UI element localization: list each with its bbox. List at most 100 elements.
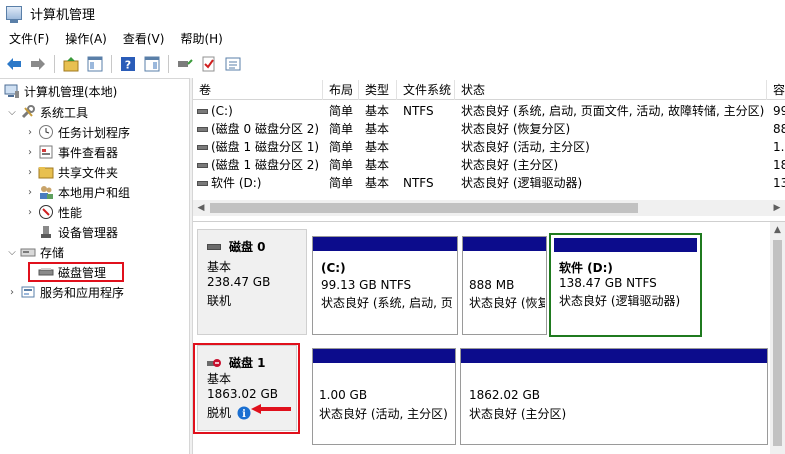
volume-icon	[197, 163, 208, 168]
tree-item-root[interactable]: 计算机管理(本地)	[2, 81, 117, 101]
folder-up-icon	[63, 57, 79, 72]
check-button[interactable]	[199, 54, 219, 74]
tree-item-local-users[interactable]: › 本地用户和组	[24, 182, 130, 202]
volume-list-horizontal-scrollbar[interactable]: ◀ ▶	[193, 200, 785, 216]
tools-icon	[20, 104, 36, 120]
users-icon	[38, 184, 54, 200]
scrollbar-thumb[interactable]	[773, 240, 782, 446]
tree-item-event-viewer[interactable]: › 事件查看器	[24, 142, 118, 162]
volume-icon	[197, 145, 208, 150]
partition-bar	[554, 238, 697, 252]
forward-arrow-icon	[31, 58, 45, 70]
disk-0-size: 238.47 GB	[207, 275, 271, 289]
scrollbar-thumb[interactable]	[210, 203, 638, 213]
scroll-left-icon[interactable]: ◀	[193, 200, 209, 216]
services-icon	[20, 284, 36, 300]
console-tree-icon	[87, 56, 103, 72]
menu-action[interactable]: 操作(A)	[57, 30, 115, 47]
column-header-capacity[interactable]: 容	[767, 80, 785, 100]
expand-chevron-icon[interactable]: ›	[24, 147, 36, 158]
action-pane-icon	[144, 56, 160, 72]
tree-item-shared-folders[interactable]: › 共享文件夹	[24, 162, 118, 182]
window-title: 计算机管理	[30, 7, 96, 23]
partition-disk1-1[interactable]: 1.00 GB 状态良好 (活动, 主分区)	[312, 348, 456, 445]
connect-icon	[178, 59, 193, 67]
expand-chevron-icon[interactable]: ›	[24, 127, 36, 138]
toolbar: ?	[0, 51, 785, 77]
disk-0-name: 磁盘 0	[229, 240, 266, 254]
disk-management-highlight	[28, 262, 124, 282]
svg-text:?: ?	[125, 59, 131, 72]
menu-help[interactable]: 帮助(H)	[172, 30, 230, 47]
computer-management-window: 计算机管理 文件(F) 操作(A) 查看(V) 帮助(H) ? 计算机管理(本地…	[0, 0, 785, 454]
partition-bar	[461, 349, 767, 363]
toolbar-separator	[54, 55, 55, 73]
column-header-layout[interactable]: 布局	[323, 80, 359, 100]
storage-icon	[20, 244, 36, 260]
collapse-chevron-icon[interactable]: ⌵	[6, 247, 18, 258]
partition-bar	[313, 349, 455, 363]
disk-0-state: 联机	[207, 294, 232, 308]
table-row[interactable]: (磁盘 0 磁盘分区 2) 简单 基本 状态良好 (恢复分区) 88	[193, 120, 785, 138]
partition-bar	[313, 237, 457, 251]
disk-0-type: 基本	[207, 260, 232, 274]
back-button[interactable]	[4, 54, 24, 74]
volume-list-header: 卷 布局 类型 文件系统 状态 容	[193, 80, 785, 100]
tree-item-device-manager[interactable]: 设备管理器	[36, 222, 118, 242]
console-tree: 计算机管理(本地) ⌵ 系统工具 › 任务计划程序 › 事件查看器 › 共享文件…	[0, 78, 189, 454]
disk-view-vertical-scrollbar[interactable]: ▲	[770, 222, 785, 454]
properties-button[interactable]	[223, 54, 243, 74]
title-bar: 计算机管理	[0, 0, 785, 26]
scroll-right-icon[interactable]: ▶	[769, 200, 785, 216]
partition-recovery[interactable]: 888 MB 状态良好 (恢复分区)	[462, 236, 547, 335]
disk-0-info[interactable]: 磁盘 0 基本 238.47 GB 联机	[197, 229, 307, 335]
tree-item-system-tools[interactable]: ⌵ 系统工具	[6, 102, 88, 122]
event-viewer-icon	[38, 144, 54, 160]
disk-1-highlight-box	[193, 343, 300, 434]
tree-item-storage[interactable]: ⌵ 存储	[6, 242, 64, 262]
table-row[interactable]: 软件 (D:) 简单 基本 NTFS 状态良好 (逻辑驱动器) 13	[193, 174, 785, 192]
up-folder-button[interactable]	[61, 54, 81, 74]
computer-management-icon	[4, 83, 20, 99]
column-header-volume[interactable]: 卷	[193, 80, 323, 100]
computer-management-icon	[6, 6, 22, 23]
expand-chevron-icon[interactable]: ›	[24, 207, 36, 218]
expand-chevron-icon[interactable]: ›	[24, 167, 36, 178]
tree-item-performance[interactable]: › 性能	[24, 202, 82, 222]
back-arrow-icon	[7, 58, 21, 70]
partition-c[interactable]: (C:) 99.13 GB NTFS 状态良好 (系统, 启动, 页面文件, 活…	[312, 236, 458, 335]
toolbar-separator	[168, 55, 169, 73]
column-header-type[interactable]: 类型	[359, 80, 397, 100]
partition-d-selected[interactable]: 软件 (D:) 138.47 GB NTFS 状态良好 (逻辑驱动器)	[549, 233, 702, 337]
forward-button[interactable]	[28, 54, 48, 74]
scroll-up-icon[interactable]: ▲	[770, 222, 785, 238]
table-row[interactable]: (磁盘 1 磁盘分区 1) 简单 基本 状态良好 (活动, 主分区) 1.0	[193, 138, 785, 156]
tree-item-services-apps[interactable]: › 服务和应用程序	[6, 282, 124, 302]
volume-icon	[197, 109, 208, 114]
volume-icon	[197, 181, 208, 186]
column-header-status[interactable]: 状态	[455, 80, 767, 100]
menu-view[interactable]: 查看(V)	[115, 30, 173, 47]
tree-item-task-scheduler[interactable]: › 任务计划程序	[24, 122, 130, 142]
checklist-icon	[202, 56, 215, 72]
help-button[interactable]: ?	[118, 54, 138, 74]
clock-icon	[38, 124, 54, 140]
toolbar-separator	[111, 55, 112, 73]
menu-file[interactable]: 文件(F)	[0, 30, 57, 47]
table-row[interactable]: (C:) 简单 基本 NTFS 状态良好 (系统, 启动, 页面文件, 活动, …	[193, 102, 785, 120]
expand-chevron-icon[interactable]: ›	[24, 187, 36, 198]
show-action-pane-button[interactable]	[142, 54, 162, 74]
performance-icon	[38, 204, 54, 220]
partition-disk1-2[interactable]: 1862.02 GB 状态良好 (主分区)	[460, 348, 768, 445]
collapse-chevron-icon[interactable]: ⌵	[6, 107, 18, 118]
show-hide-tree-button[interactable]	[85, 54, 105, 74]
table-row[interactable]: (磁盘 1 磁盘分区 2) 简单 基本 状态良好 (主分区) 18	[193, 156, 785, 174]
disk-icon	[207, 243, 221, 250]
expand-chevron-icon[interactable]: ›	[6, 287, 18, 298]
volume-icon	[197, 127, 208, 132]
connect-button[interactable]	[175, 54, 195, 74]
column-header-filesystem[interactable]: 文件系统	[397, 80, 455, 100]
red-arrow-icon	[251, 404, 291, 414]
properties-icon	[225, 57, 241, 71]
shared-folder-icon	[38, 164, 54, 180]
